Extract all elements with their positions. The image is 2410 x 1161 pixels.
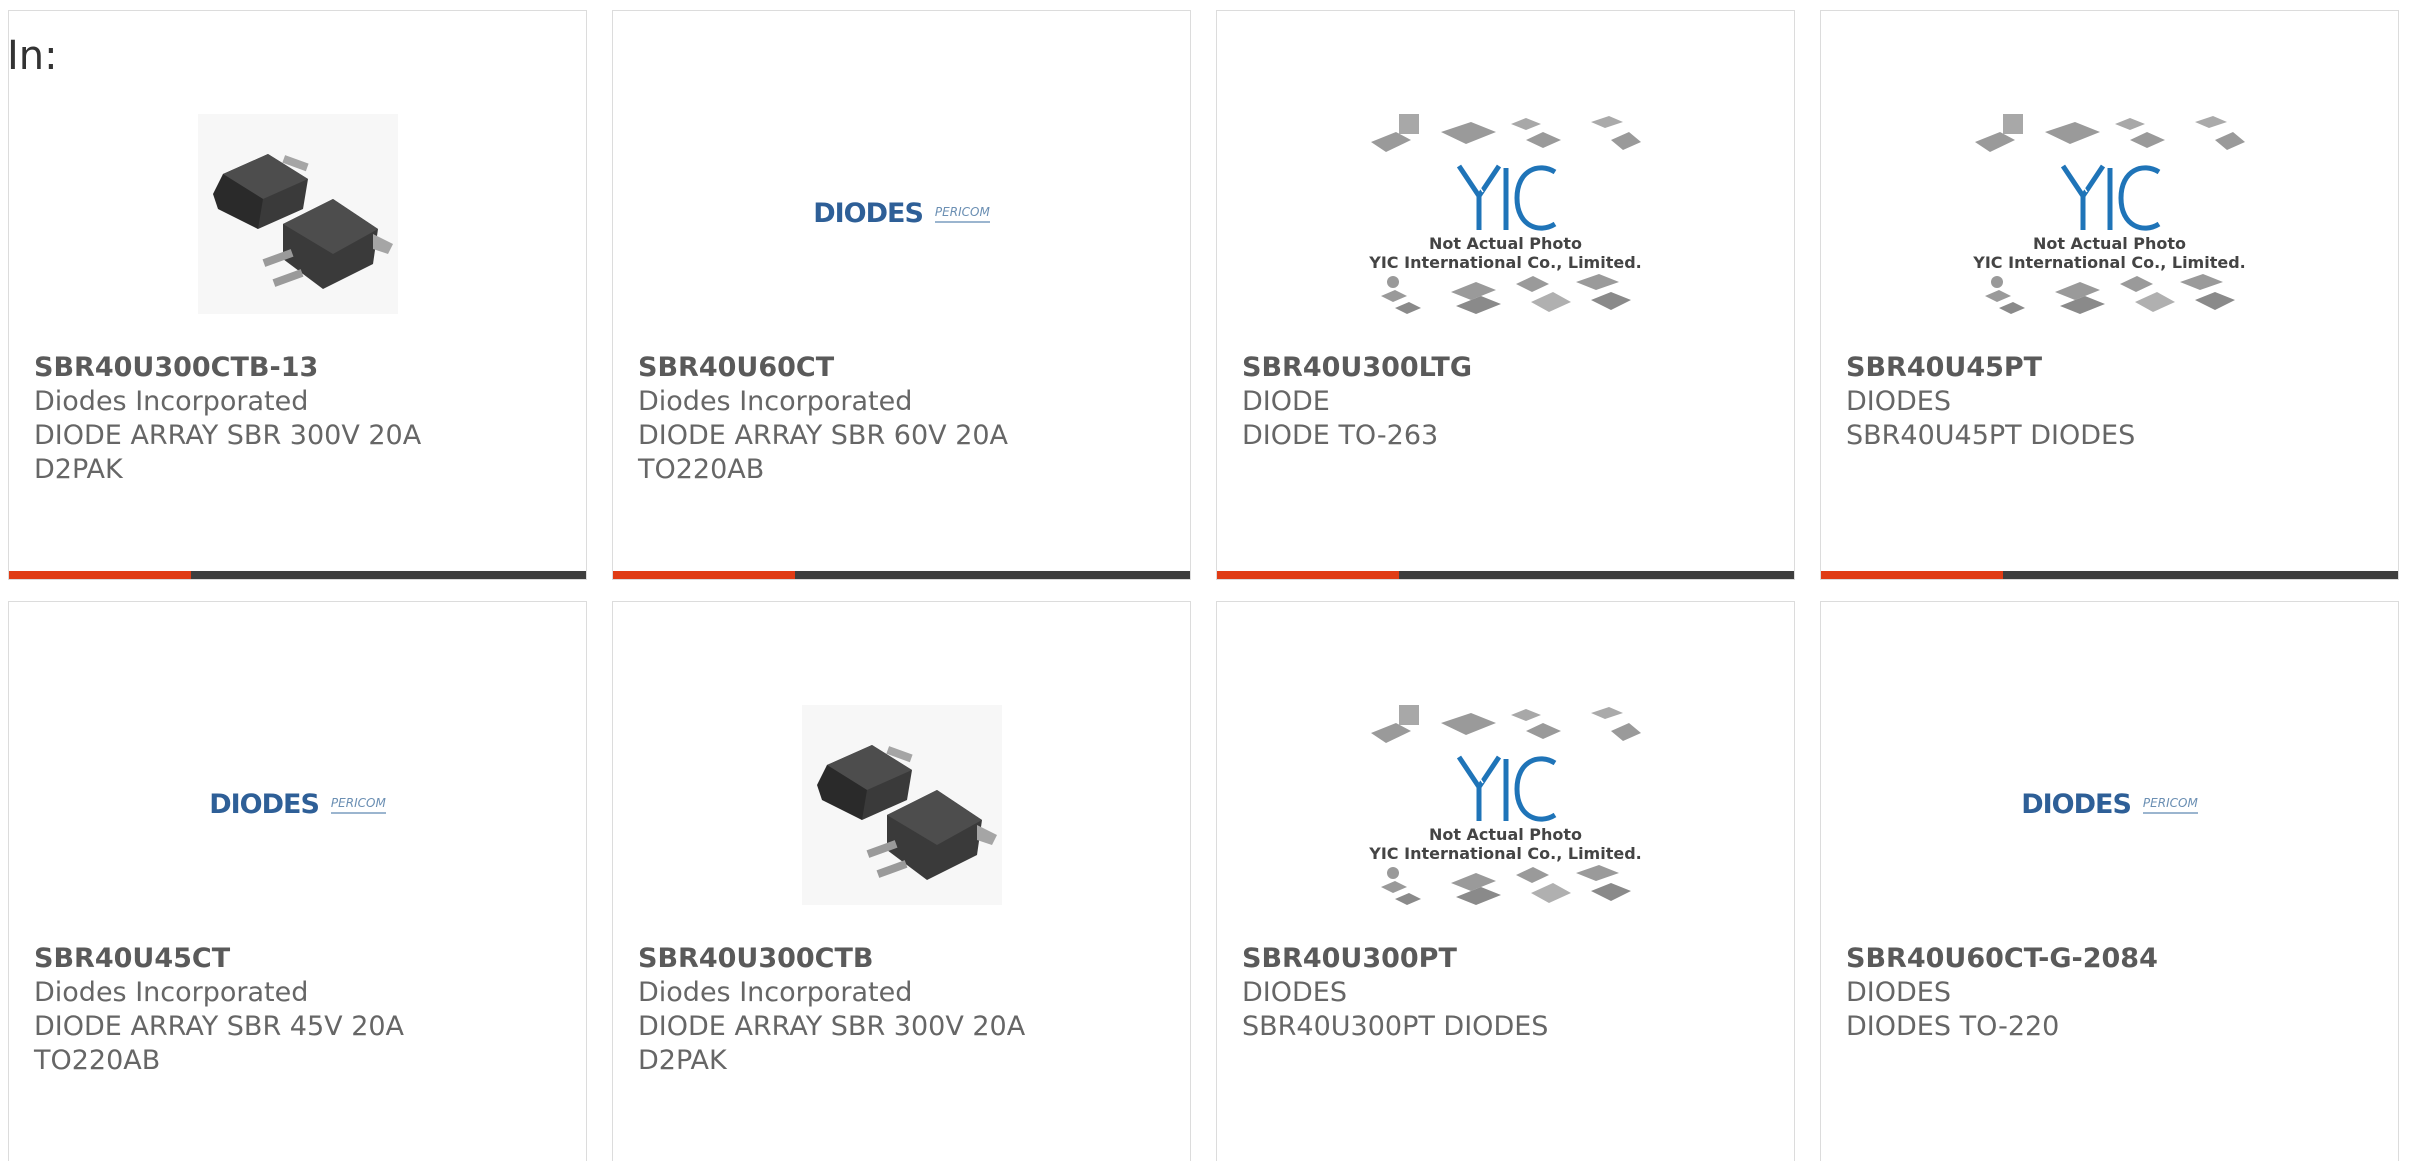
manufacturer: Diodes Incorporated	[34, 977, 309, 1008]
card-bar	[613, 571, 1190, 579]
chip-cluster-icon	[1370, 704, 1641, 743]
yic-placeholder: Not Actual Photo YIC International Co., …	[1369, 112, 1642, 316]
chip-cluster-icon	[1984, 273, 2235, 314]
manufacturer: Diodes Incorporated	[638, 386, 913, 417]
part-number[interactable]: SBR40U300PT	[1242, 942, 1774, 976]
card-bar	[1821, 571, 2398, 579]
card-bar-accent	[9, 571, 191, 579]
product-image[interactable]: DIODES PERICOM	[1821, 667, 2398, 942]
card-bar-accent	[613, 571, 795, 579]
manufacturer: DIODES	[1846, 977, 1951, 1008]
chip-cluster-icon	[1974, 113, 2245, 152]
product-card[interactable]: Not Actual Photo YIC International Co., …	[1216, 601, 1795, 1161]
card-bar-accent	[1217, 571, 1399, 579]
package: TO220AB	[34, 1045, 161, 1076]
card-bar-accent	[1821, 571, 2003, 579]
yic-placeholder: Not Actual Photo YIC International Co., …	[1973, 112, 2246, 316]
part-number[interactable]: SBR40U300CTB	[638, 942, 1170, 976]
product-card[interactable]: DIODES PERICOM SBR40U45CT Diodes Incorpo…	[8, 601, 587, 1161]
product-info: SBR40U60CT Diodes Incorporated DIODE ARR…	[638, 351, 1170, 487]
yic-caption: Not Actual Photo YIC International Co., …	[1369, 234, 1641, 272]
product-card[interactable]: DIODES PERICOM SBR40U60CT Diodes Incorpo…	[612, 10, 1191, 580]
diodes-logo-word: DIODES	[209, 789, 320, 820]
pericom-logo-word: PERICOM	[2142, 796, 2198, 814]
manufacturer: Diodes Incorporated	[638, 977, 913, 1008]
package: TO220AB	[638, 454, 765, 485]
product-card[interactable]: Not Actual Photo YIC International Co., …	[1216, 10, 1795, 580]
product-image[interactable]: DIODES PERICOM	[9, 667, 586, 942]
product-info: SBR40U60CT-G-2084 DIODES DIODES TO-220	[1846, 942, 2378, 1044]
product-info: SBR40U300CTB-13 Diodes Incorporated DIOD…	[34, 351, 566, 487]
d2pak-package-icon	[801, 704, 1002, 905]
chip-cluster-icon	[1380, 864, 1631, 905]
description: DIODE ARRAY SBR 300V 20A	[638, 1011, 1026, 1042]
product-image[interactable]	[9, 76, 586, 351]
not-actual-photo-text: Not Actual Photo	[1428, 824, 1583, 844]
part-number[interactable]: SBR40U60CT-G-2084	[1846, 942, 2378, 976]
product-info: SBR40U300LTG DIODE DIODE TO-263	[1242, 351, 1774, 453]
yic-caption: Not Actual Photo YIC International Co., …	[1973, 234, 2245, 272]
description: DIODE ARRAY SBR 60V 20A	[638, 420, 1009, 451]
diodes-logo-word: DIODES	[2021, 789, 2132, 820]
card-bar	[1217, 571, 1794, 579]
description: DIODE ARRAY SBR 45V 20A	[34, 1011, 405, 1042]
not-actual-photo-text: Not Actual Photo	[1428, 233, 1583, 253]
diodes-logo: DIODES PERICOM	[2021, 789, 2198, 820]
product-card[interactable]: SBR40U300CTB-13 Diodes Incorporated DIOD…	[8, 10, 587, 580]
product-card[interactable]: SBR40U300CTB Diodes Incorporated DIODE A…	[612, 601, 1191, 1161]
diodes-logo-word: DIODES	[813, 198, 924, 229]
product-info: SBR40U300CTB Diodes Incorporated DIODE A…	[638, 942, 1170, 1078]
yic-company-text: YIC International Co., Limited.	[1369, 252, 1642, 272]
part-number[interactable]: SBR40U60CT	[638, 351, 1170, 385]
product-info: SBR40U300PT DIODES SBR40U300PT DIODES	[1242, 942, 1774, 1044]
pericom-logo-word: PERICOM	[330, 796, 386, 814]
product-card[interactable]: Not Actual Photo YIC International Co., …	[1820, 10, 2399, 580]
product-card[interactable]: DIODES PERICOM SBR40U60CT-G-2084 DIODES …	[1820, 601, 2399, 1161]
chip-cluster-icon	[1370, 113, 1641, 152]
product-info: SBR40U45CT Diodes Incorporated DIODE ARR…	[34, 942, 566, 1078]
product-image[interactable]: DIODES PERICOM	[613, 76, 1190, 351]
part-number[interactable]: SBR40U300LTG	[1242, 351, 1774, 385]
manufacturer: DIODES	[1846, 386, 1951, 417]
description: SBR40U45PT DIODES	[1846, 420, 2136, 451]
diodes-logo: DIODES PERICOM	[209, 789, 386, 820]
yic-placeholder: Not Actual Photo YIC International Co., …	[1369, 703, 1642, 907]
part-number[interactable]: SBR40U45PT	[1846, 351, 2378, 385]
pericom-logo-word: PERICOM	[934, 205, 990, 223]
product-info: SBR40U45PT DIODES SBR40U45PT DIODES	[1846, 351, 2378, 453]
product-image[interactable]: Not Actual Photo YIC International Co., …	[1217, 667, 1794, 942]
product-grid-page: In: SBR40U300CTB-13 Diodes Incorporated …	[0, 0, 2410, 1161]
product-image[interactable]	[613, 667, 1190, 942]
description: DIODE TO-263	[1242, 420, 1439, 451]
yic-company-text: YIC International Co., Limited.	[1973, 252, 2246, 272]
description: DIODE ARRAY SBR 300V 20A	[34, 420, 422, 451]
manufacturer: DIODES	[1242, 977, 1347, 1008]
yic-logo-icon	[2060, 164, 2160, 230]
part-number[interactable]: SBR40U45CT	[34, 942, 566, 976]
description: SBR40U300PT DIODES	[1242, 1011, 1549, 1042]
yic-logo-icon	[1456, 755, 1556, 821]
package: D2PAK	[34, 454, 123, 485]
d2pak-package-icon	[197, 113, 398, 314]
product-image[interactable]: Not Actual Photo YIC International Co., …	[1821, 76, 2398, 351]
yic-logo-icon	[1456, 164, 1556, 230]
product-grid: SBR40U300CTB-13 Diodes Incorporated DIOD…	[8, 10, 2399, 1161]
chip-cluster-icon	[1380, 273, 1631, 314]
product-image[interactable]: Not Actual Photo YIC International Co., …	[1217, 76, 1794, 351]
yic-company-text: YIC International Co., Limited.	[1369, 843, 1642, 863]
part-number[interactable]: SBR40U300CTB-13	[34, 351, 566, 385]
not-actual-photo-text: Not Actual Photo	[2032, 233, 2187, 253]
manufacturer: Diodes Incorporated	[34, 386, 309, 417]
description: DIODES TO-220	[1846, 1011, 2060, 1042]
in-label: In:	[7, 33, 58, 79]
diodes-logo: DIODES PERICOM	[813, 198, 990, 229]
card-bar	[9, 571, 586, 579]
manufacturer: DIODE	[1242, 386, 1330, 417]
yic-caption: Not Actual Photo YIC International Co., …	[1369, 825, 1641, 863]
package: D2PAK	[638, 1045, 727, 1076]
